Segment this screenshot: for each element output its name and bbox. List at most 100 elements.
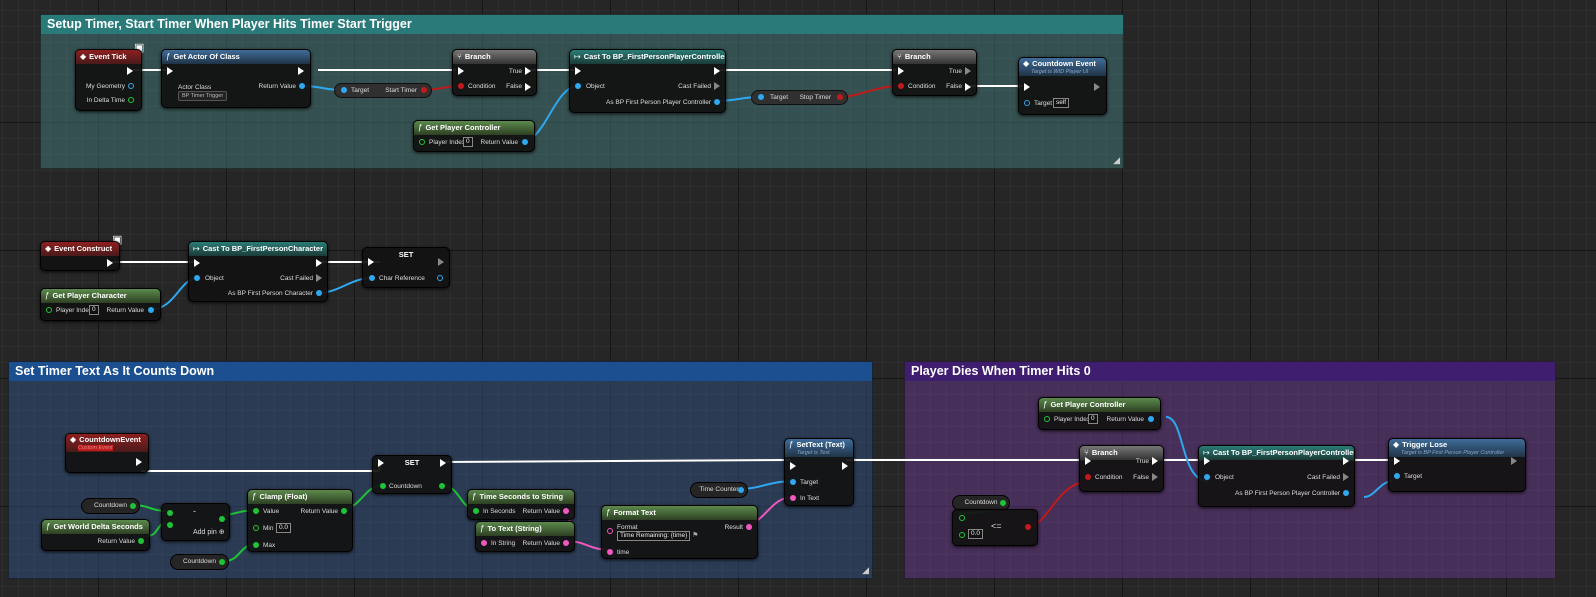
exec-in-pin[interactable] — [1024, 83, 1030, 91]
set-countdown-node[interactable]: SET Countdown — [372, 455, 452, 494]
min-pin[interactable] — [253, 525, 259, 531]
index-value[interactable]: 0 — [463, 137, 473, 147]
return-pin[interactable] — [299, 83, 305, 89]
exec-out-pin[interactable] — [1343, 457, 1349, 465]
delta-time-pin[interactable] — [128, 97, 134, 103]
condition-pin[interactable] — [1085, 474, 1091, 480]
object-pin[interactable] — [194, 275, 200, 281]
cast-failed-pin[interactable] — [1343, 473, 1349, 481]
as-pin[interactable] — [714, 99, 720, 105]
exec-in-pin[interactable] — [458, 67, 464, 75]
exec-out-pin[interactable] — [1094, 83, 1100, 91]
float-out-pin[interactable] — [1000, 500, 1006, 506]
cast-to-fp-character-node[interactable]: ↦ Cast To BP_FirstPersonCharacter Object … — [188, 241, 328, 302]
min-value[interactable]: 0.0 — [276, 523, 292, 533]
format-pin[interactable] — [607, 528, 613, 534]
event-construct-node[interactable]: ◆ Event Construct — [40, 241, 120, 271]
to-text-string-node[interactable]: ƒ To Text (String) In String Return Value — [475, 521, 575, 552]
countdown-event-call-node[interactable]: ◆ Countdown Event Target is WID Player UI… — [1018, 57, 1107, 115]
b-pin[interactable] — [167, 522, 173, 528]
object-out-pin[interactable] — [738, 487, 744, 493]
add-pin-button[interactable]: Add pin ⊕ — [193, 528, 225, 537]
in-string-pin[interactable] — [481, 540, 487, 546]
float-out-pin[interactable] — [130, 503, 136, 509]
in-text-pin[interactable] — [790, 495, 796, 501]
return-pin[interactable] — [148, 307, 154, 313]
branch-node-2[interactable]: ⑂ Branch True Condition False — [892, 49, 977, 96]
target-value[interactable]: self — [1053, 98, 1070, 108]
get-player-controller-node-1[interactable]: ƒ Get Player Controller Player Index 0 Re… — [413, 120, 535, 152]
cast-to-fp-player-controller-node-1[interactable]: ↦ Cast To BP_FirstPersonPlayerController … — [569, 49, 726, 113]
trigger-lose-node[interactable]: ◆ Trigger Lose Target is BP First Person … — [1388, 438, 1526, 492]
countdown-get-var-2[interactable]: Countdown — [170, 554, 229, 570]
return-pin[interactable] — [563, 540, 569, 546]
countdown-get-var-1[interactable]: Countdown — [81, 498, 140, 514]
index-value[interactable]: 0 — [89, 305, 99, 315]
subtract-node[interactable]: - Add pin ⊕ — [161, 503, 230, 541]
false-exec-pin[interactable] — [1152, 473, 1158, 481]
exec-in-pin[interactable] — [575, 67, 581, 75]
format-value[interactable]: Time Remaining: {time} — [617, 531, 691, 541]
player-index-pin[interactable] — [1044, 416, 1050, 422]
branch-node-3[interactable]: ⑂ Branch True Condition False — [1079, 445, 1164, 492]
exec-in-pin[interactable] — [1204, 457, 1210, 465]
geometry-pin[interactable] — [128, 83, 134, 89]
exec-in-pin[interactable] — [167, 67, 173, 75]
exec-in-pin[interactable] — [368, 258, 374, 266]
b-input[interactable]: 0.0 — [968, 529, 984, 539]
cast-failed-pin[interactable] — [714, 82, 720, 90]
object-pin[interactable] — [1204, 474, 1210, 480]
time-seconds-to-string-node[interactable]: ƒ Time Seconds to String In Seconds Retur… — [467, 489, 575, 520]
time-counter-var-node[interactable]: Time Counter — [690, 482, 748, 498]
exec-out-pin[interactable] — [136, 458, 142, 466]
max-pin[interactable] — [253, 542, 259, 548]
float-out-pin[interactable] — [219, 559, 225, 565]
less-equal-node[interactable]: 0.0 <= — [952, 509, 1038, 546]
exec-out-pin[interactable] — [107, 259, 113, 267]
result-pin[interactable] — [1025, 524, 1031, 530]
stop-timer-var-node[interactable]: Target Stop Timer — [751, 90, 848, 105]
set-char-reference-node[interactable]: SET Char Reference — [362, 247, 450, 288]
index-input[interactable]: 0 — [1088, 414, 1098, 424]
target-pin[interactable] — [341, 87, 347, 93]
condition-pin[interactable] — [898, 83, 904, 89]
player-index-pin[interactable] — [46, 307, 52, 313]
exec-out-pin[interactable] — [842, 462, 848, 470]
exec-out-pin[interactable] — [127, 67, 133, 75]
index-input[interactable]: 0 — [89, 305, 99, 315]
index-input[interactable]: 0 — [463, 137, 473, 147]
class-dropdown[interactable]: BP Timer Trigger — [178, 91, 228, 101]
result-pin[interactable] — [746, 524, 752, 530]
get-player-controller-node-2[interactable]: ƒ Get Player Controller Player Index 0 Re… — [1038, 397, 1161, 430]
branch-node-1[interactable]: ⑂ Branch True Condition False — [452, 49, 537, 96]
format-input[interactable]: Time Remaining: {time} ⚑ — [617, 531, 698, 541]
start-timer-var-node[interactable]: Target Start Timer — [334, 83, 432, 98]
target-pin[interactable] — [790, 479, 796, 485]
time-pin[interactable] — [607, 549, 613, 555]
countdown-out-pin[interactable] — [439, 483, 445, 489]
exec-in-pin[interactable] — [194, 259, 200, 267]
return-pin[interactable] — [563, 508, 569, 514]
format-text-node[interactable]: ƒ Format Text Format Time Remaining: {tim… — [601, 505, 758, 559]
return-pin[interactable] — [341, 508, 347, 514]
b-pin[interactable] — [959, 532, 965, 538]
exec-in-pin[interactable] — [790, 462, 796, 470]
exec-out-pin[interactable] — [298, 67, 304, 75]
value-pin[interactable] — [253, 508, 259, 514]
target-pin[interactable] — [1024, 100, 1030, 106]
true-exec-pin[interactable] — [525, 67, 531, 75]
exec-in-pin[interactable] — [1394, 457, 1400, 465]
a-pin[interactable] — [959, 515, 965, 521]
exec-out-pin[interactable] — [440, 459, 446, 467]
return-pin[interactable] — [522, 139, 528, 145]
bool-out-pin[interactable] — [837, 94, 843, 100]
false-exec-pin[interactable] — [965, 83, 971, 91]
set-text-node[interactable]: ƒ SetText (Text) Target is Text Target In… — [784, 438, 854, 506]
target-pin[interactable] — [1394, 473, 1400, 479]
target-pin[interactable] — [758, 94, 764, 100]
return-pin[interactable] — [1148, 416, 1154, 422]
countdown-custom-event-node[interactable]: ◆ CountdownEvent Custom Event — [65, 433, 149, 473]
true-exec-pin[interactable] — [1152, 457, 1158, 465]
char-reference-pin[interactable] — [369, 275, 375, 281]
flag-icon[interactable]: ⚑ — [692, 532, 698, 539]
